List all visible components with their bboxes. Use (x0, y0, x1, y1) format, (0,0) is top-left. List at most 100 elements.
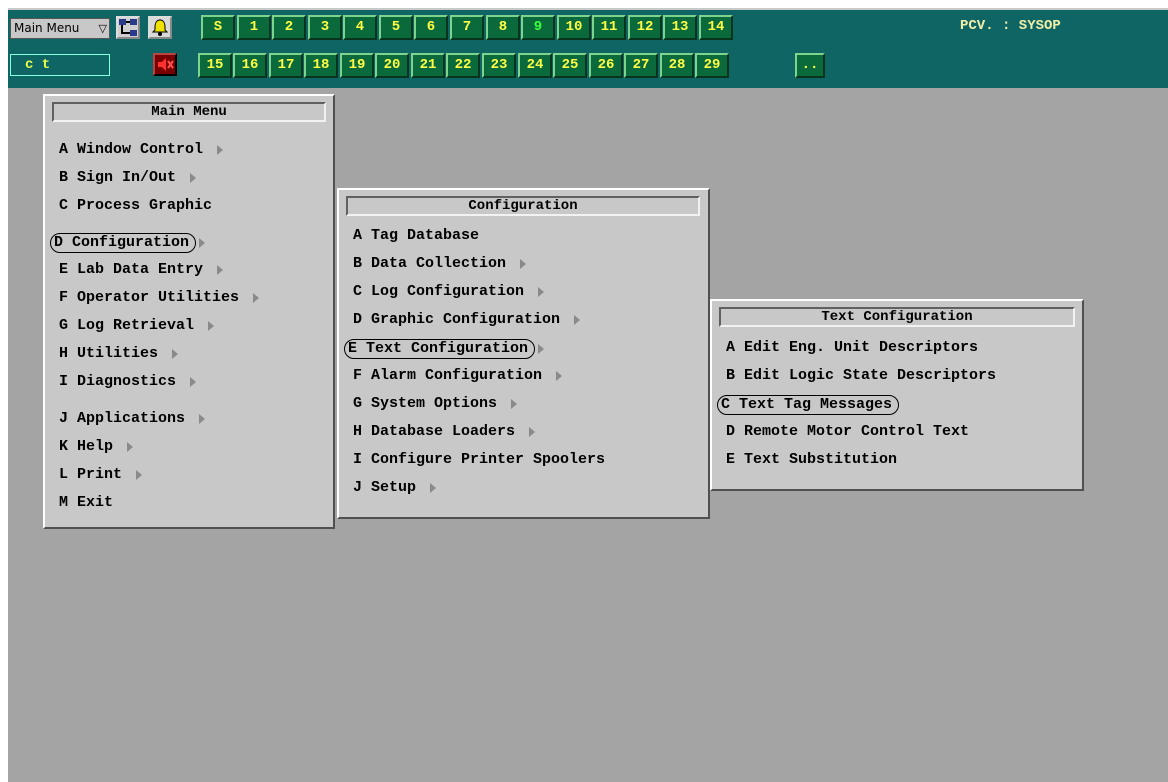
menu-item-b-sign-in-out[interactable]: B Sign In/Out (55, 169, 196, 189)
display-button-17[interactable]: 17 (269, 53, 303, 78)
menu-item-c-log-configuration[interactable]: C Log Configuration (349, 283, 544, 303)
menu-item-g-log-retrieval[interactable]: G Log Retrieval (55, 317, 214, 337)
display-button-26[interactable]: 26 (589, 53, 623, 78)
menu-item-label: H Database Loaders (353, 423, 516, 440)
menu-item-d-configuration[interactable]: D Configuration (50, 233, 205, 253)
menu-item-label: J Applications (59, 410, 186, 427)
display-button-20[interactable]: 20 (375, 53, 409, 78)
submenu-arrow-icon (199, 238, 205, 248)
display-button-25[interactable]: 25 (553, 53, 587, 78)
display-button-24[interactable]: 24 (518, 53, 552, 78)
menu-item-label: D Graphic Configuration (353, 311, 561, 328)
submenu-arrow-icon (529, 427, 535, 437)
display-button-9[interactable]: 9 (521, 15, 555, 40)
menu-item-j-applications[interactable]: J Applications (55, 410, 205, 430)
menu-item-label: C Log Configuration (353, 283, 525, 300)
menu-item-label: F Operator Utilities (59, 289, 240, 306)
menu-item-f-alarm-configuration[interactable]: F Alarm Configuration (349, 367, 562, 387)
menu-item-d-graphic-configuration[interactable]: D Graphic Configuration (349, 311, 580, 331)
display-button-3[interactable]: 3 (308, 15, 342, 40)
menu-item-f-operator-utilities[interactable]: F Operator Utilities (55, 289, 259, 309)
menu-item-label: B Data Collection (353, 255, 507, 272)
display-button-19[interactable]: 19 (340, 53, 374, 78)
submenu-arrow-icon (511, 399, 517, 409)
display-button-4[interactable]: 4 (343, 15, 377, 40)
desktop: Main Menu A Window Control B Sign In/Out C… (8, 88, 1168, 782)
menu-item-label: C Text Tag Messages (721, 396, 893, 413)
menu-item-c-process-graphic[interactable]: C Process Graphic (55, 197, 216, 217)
submenu-arrow-icon (217, 145, 223, 155)
menu-item-l-print[interactable]: L Print (55, 466, 142, 486)
menu-item-m-exit[interactable]: M Exit (55, 494, 117, 514)
main-menu-select-value: Main Menu (14, 21, 80, 35)
display-button-14[interactable]: 14 (699, 15, 733, 40)
menu-item-a-tag-database[interactable]: A Tag Database (349, 227, 483, 247)
submenu-arrow-icon (217, 265, 223, 275)
menu-item-g-system-options[interactable]: G System Options (349, 395, 517, 415)
menu-item-label: H Utilities (59, 345, 159, 362)
display-button-8[interactable]: 8 (486, 15, 520, 40)
display-button-s[interactable]: S (201, 15, 235, 40)
submenu-arrow-icon (253, 293, 259, 303)
display-button-23[interactable]: 23 (482, 53, 516, 78)
display-button-11[interactable]: 11 (592, 15, 626, 40)
display-button-21[interactable]: 21 (411, 53, 445, 78)
menu-item-label: J Setup (353, 479, 417, 496)
menu-item-a-edit-eng-unit-descriptors[interactable]: A Edit Eng. Unit Descriptors (722, 339, 982, 359)
display-button-27[interactable]: 27 (624, 53, 658, 78)
bell-icon[interactable] (148, 16, 172, 39)
submenu-arrow-icon (127, 442, 133, 452)
menu-item-k-help[interactable]: K Help (55, 438, 133, 458)
menu-item-label: A Tag Database (353, 227, 480, 244)
display-button-29[interactable]: 29 (695, 53, 729, 78)
display-button-5[interactable]: 5 (379, 15, 413, 40)
menu-item-b-data-collection[interactable]: B Data Collection (349, 255, 526, 275)
command-field[interactable]: c t (10, 54, 110, 76)
menu-item-h-utilities[interactable]: H Utilities (55, 345, 178, 365)
menu-item-b-edit-logic-state-descriptors[interactable]: B Edit Logic State Descriptors (722, 367, 1000, 387)
menu-item-e-lab-data-entry[interactable]: E Lab Data Entry (55, 261, 223, 281)
menu-item-label: G Log Retrieval (59, 317, 195, 334)
text-configuration-menu-title: Text Configuration (719, 307, 1075, 327)
display-button-22[interactable]: 22 (446, 53, 480, 78)
menu-item-e-text-configuration[interactable]: E Text Configuration (344, 339, 544, 359)
menu-item-i-diagnostics[interactable]: I Diagnostics (55, 373, 196, 393)
submenu-arrow-icon (430, 483, 436, 493)
display-button-more[interactable]: .. (795, 53, 825, 78)
display-button-7[interactable]: 7 (450, 15, 484, 40)
submenu-arrow-icon (208, 321, 214, 331)
display-button-13[interactable]: 13 (663, 15, 697, 40)
menu-item-e-text-substitution[interactable]: E Text Substitution (722, 451, 901, 471)
menu-item-label: B Edit Logic State Descriptors (726, 367, 997, 384)
display-button-28[interactable]: 28 (660, 53, 694, 78)
menu-item-i-configure-printer-spoolers[interactable]: I Configure Printer Spoolers (349, 451, 609, 471)
display-button-18[interactable]: 18 (304, 53, 338, 78)
configuration-menu-title: Configuration (346, 196, 700, 216)
status-text: PCV. : SYSOP (960, 18, 1061, 34)
menu-item-label: A Window Control (59, 141, 204, 158)
submenu-arrow-icon (520, 259, 526, 269)
submenu-arrow-icon (190, 377, 196, 387)
menu-item-label: I Diagnostics (59, 373, 177, 390)
menu-item-c-text-tag-messages[interactable]: C Text Tag Messages (717, 395, 900, 415)
network-icon[interactable] (116, 16, 140, 39)
menu-item-label: C Process Graphic (59, 197, 213, 214)
display-button-10[interactable]: 10 (557, 15, 591, 40)
display-button-1[interactable]: 1 (237, 15, 271, 40)
menu-item-j-setup[interactable]: J Setup (349, 479, 436, 499)
menu-item-label: L Print (59, 466, 123, 483)
speaker-silence-icon[interactable] (153, 53, 177, 76)
display-button-2[interactable]: 2 (272, 15, 306, 40)
menu-item-h-database-loaders[interactable]: H Database Loaders (349, 423, 535, 443)
display-button-16[interactable]: 16 (233, 53, 267, 78)
submenu-arrow-icon (538, 287, 544, 297)
menu-item-label: B Sign In/Out (59, 169, 177, 186)
main-menu-title: Main Menu (52, 102, 326, 122)
main-menu-select[interactable]: Main Menu ▽ (10, 18, 110, 39)
display-button-12[interactable]: 12 (628, 15, 662, 40)
display-button-15[interactable]: 15 (198, 53, 232, 78)
display-button-6[interactable]: 6 (414, 15, 448, 40)
configuration-menu-panel: Configuration A Tag Database B Data Colle… (337, 188, 710, 519)
menu-item-a-window-control[interactable]: A Window Control (55, 141, 223, 161)
menu-item-d-remote-motor-control-text[interactable]: D Remote Motor Control Text (722, 423, 973, 443)
